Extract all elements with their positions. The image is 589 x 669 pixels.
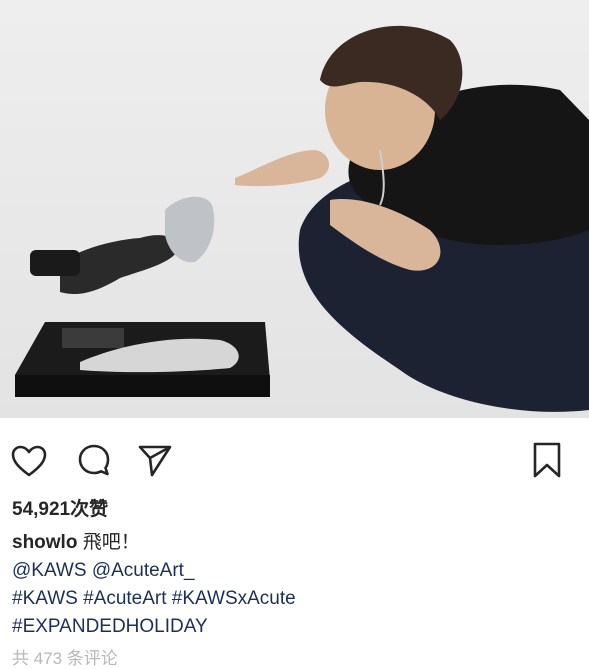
username[interactable]: showlo <box>12 532 77 553</box>
caption-hashtags-2[interactable]: #EXPANDEDHOLIDAY <box>12 613 572 641</box>
post-caption: showlo 飛吧！ @KAWS @AcuteArt_ #KAWS #Acute… <box>12 529 572 641</box>
bookmark-icon[interactable] <box>530 440 564 485</box>
post-actions <box>0 418 589 488</box>
like-count[interactable]: 54,921次赞 <box>12 494 108 521</box>
caption-hashtags[interactable]: #KAWS #AcuteArt #KAWSxAcute <box>12 585 572 613</box>
caption-first-line: showlo 飛吧！ <box>12 529 572 557</box>
view-comments-link[interactable]: 共 473 条评论 <box>12 644 118 669</box>
caption-text: 飛吧！ <box>77 532 140 553</box>
heart-icon[interactable] <box>10 444 48 483</box>
caption-mentions[interactable]: @KAWS @AcuteArt_ <box>12 557 572 585</box>
post-image[interactable] <box>0 0 589 418</box>
post-photo <box>0 0 589 418</box>
send-icon[interactable] <box>136 442 174 483</box>
comment-icon[interactable] <box>76 442 112 483</box>
